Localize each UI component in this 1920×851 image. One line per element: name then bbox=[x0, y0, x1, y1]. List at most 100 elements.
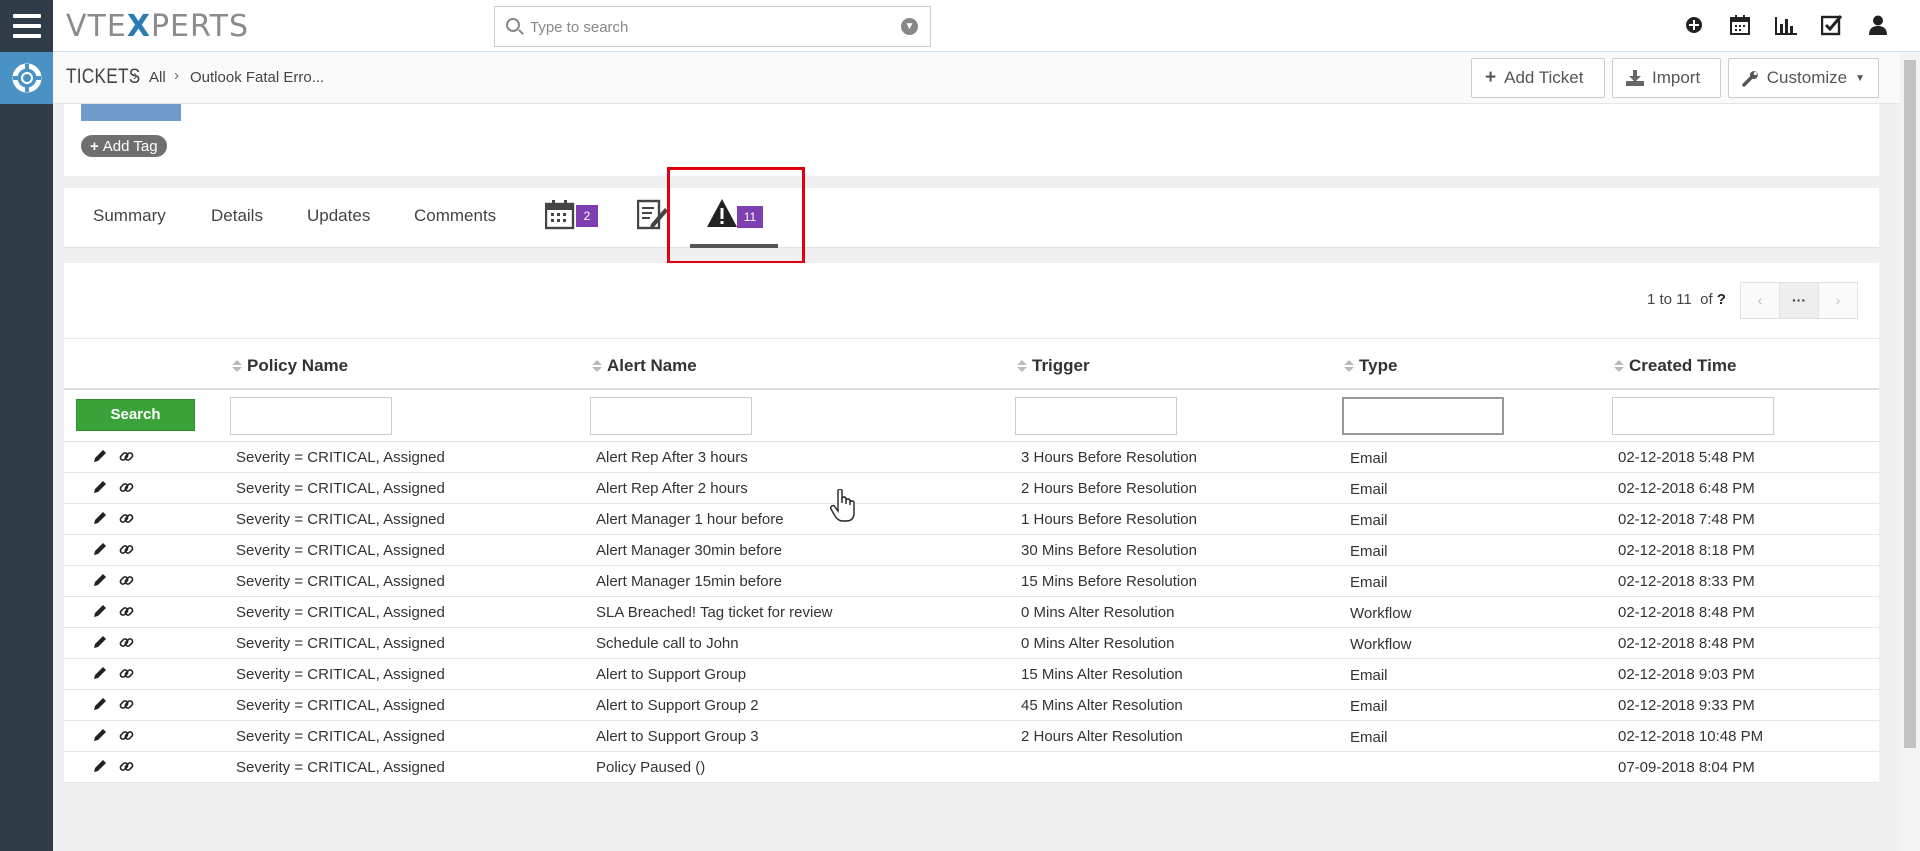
type-cell: Email bbox=[1350, 667, 1388, 684]
global-search[interactable]: ▼ bbox=[494, 6, 931, 47]
alert-name-cell[interactable]: Alert to Support Group 2 bbox=[596, 697, 759, 714]
tab-details[interactable]: Details bbox=[211, 206, 263, 226]
next-page-button[interactable]: › bbox=[1818, 282, 1858, 319]
tab-summary[interactable]: Summary bbox=[93, 206, 166, 226]
alert-name-filter[interactable] bbox=[590, 397, 752, 435]
alert-name-cell[interactable]: Schedule call to John bbox=[596, 635, 739, 652]
scrollbar-thumb[interactable] bbox=[1904, 60, 1916, 748]
page-scrollbar[interactable] bbox=[1900, 52, 1920, 851]
type-filter[interactable] bbox=[1342, 397, 1504, 435]
policy-name-filter[interactable] bbox=[230, 397, 392, 435]
alert-name-cell[interactable]: Alert Manager 30min before bbox=[596, 542, 782, 559]
row-actions bbox=[93, 697, 134, 712]
link-icon[interactable] bbox=[119, 449, 134, 464]
add-tag-button[interactable]: + Add Tag bbox=[81, 135, 167, 157]
breadcrumb-all[interactable]: All bbox=[149, 69, 166, 86]
type-cell: Workflow bbox=[1350, 636, 1412, 653]
chevron-down-icon[interactable]: ▼ bbox=[901, 18, 918, 35]
more-pages-button[interactable]: ··· bbox=[1779, 282, 1819, 319]
trigger-cell: 45 Mins Alter Resolution bbox=[1021, 697, 1183, 714]
pencil-icon[interactable] bbox=[93, 666, 107, 680]
type-cell: Email bbox=[1350, 450, 1388, 467]
tab-comments[interactable]: Comments bbox=[414, 206, 496, 226]
link-icon[interactable] bbox=[119, 511, 134, 526]
table-header: Policy Name Alert Name Trigger Type Crea… bbox=[64, 338, 1879, 390]
module-title[interactable]: TICKETS bbox=[66, 65, 140, 89]
alert-name-cell[interactable]: Alert Manager 15min before bbox=[596, 573, 782, 590]
alert-name-cell[interactable]: Alert Rep After 3 hours bbox=[596, 449, 748, 466]
trigger-cell: 2 Hours Before Resolution bbox=[1021, 480, 1197, 497]
wrench-icon bbox=[1742, 70, 1758, 87]
alert-name-cell[interactable]: Alert Manager 1 hour before bbox=[596, 511, 784, 528]
user-icon[interactable] bbox=[1866, 12, 1890, 38]
table-row[interactable]: Severity = CRITICAL, Assigned Policy Paus… bbox=[64, 752, 1879, 783]
breadcrumb-record[interactable]: Outlook Fatal Erro... bbox=[190, 69, 324, 86]
breadcrumb-separator-icon: › bbox=[133, 67, 138, 84]
link-icon[interactable] bbox=[119, 604, 134, 619]
menu-icon[interactable] bbox=[0, 0, 53, 52]
alert-name-cell[interactable]: Alert to Support Group 3 bbox=[596, 728, 759, 745]
table-row[interactable]: Severity = CRITICAL, Assigned Alert Manag… bbox=[64, 504, 1879, 535]
link-icon[interactable] bbox=[119, 666, 134, 681]
table-row[interactable]: Severity = CRITICAL, Assigned Alert to Su… bbox=[64, 690, 1879, 721]
table-row[interactable]: Severity = CRITICAL, Assigned Alert to Su… bbox=[64, 721, 1879, 752]
pencil-icon[interactable] bbox=[93, 697, 107, 711]
alert-name-cell[interactable]: SLA Breached! Tag ticket for review bbox=[596, 604, 833, 621]
pencil-icon[interactable] bbox=[93, 542, 107, 556]
logo[interactable]: VTEXPERTS bbox=[66, 9, 249, 44]
calendar-icon bbox=[545, 200, 575, 230]
link-icon[interactable] bbox=[119, 728, 134, 743]
bar-chart-icon[interactable] bbox=[1774, 12, 1798, 38]
pencil-icon[interactable] bbox=[93, 573, 107, 587]
trigger-cell: 3 Hours Before Resolution bbox=[1021, 449, 1197, 466]
table-row[interactable]: Severity = CRITICAL, Assigned SLA Breache… bbox=[64, 597, 1879, 628]
link-icon[interactable] bbox=[119, 542, 134, 557]
type-cell: Email bbox=[1350, 729, 1388, 746]
tab-calendar[interactable]: 2 bbox=[545, 200, 600, 232]
alert-name-cell[interactable]: Policy Paused () bbox=[596, 759, 705, 776]
link-icon[interactable] bbox=[119, 697, 134, 712]
link-icon[interactable] bbox=[119, 480, 134, 495]
created-time-filter[interactable] bbox=[1612, 397, 1774, 435]
table-row[interactable]: Severity = CRITICAL, Assigned Alert to Su… bbox=[64, 659, 1879, 690]
trigger-cell: 2 Hours Alter Resolution bbox=[1021, 728, 1183, 745]
table-row[interactable]: Severity = CRITICAL, Assigned Alert Manag… bbox=[64, 535, 1879, 566]
table-row[interactable]: Severity = CRITICAL, Assigned Schedule ca… bbox=[64, 628, 1879, 659]
link-icon[interactable] bbox=[119, 635, 134, 650]
column-created-time[interactable]: Created Time bbox=[1614, 356, 1736, 376]
pencil-icon[interactable] bbox=[93, 511, 107, 525]
pencil-icon[interactable] bbox=[93, 759, 107, 773]
alert-name-cell[interactable]: Alert to Support Group bbox=[596, 666, 746, 683]
pencil-icon[interactable] bbox=[93, 728, 107, 742]
trigger-filter[interactable] bbox=[1015, 397, 1177, 435]
column-alert-name[interactable]: Alert Name bbox=[592, 356, 697, 376]
tab-updates[interactable]: Updates bbox=[307, 206, 370, 226]
support-lifebuoy-icon[interactable] bbox=[0, 52, 53, 104]
link-icon[interactable] bbox=[119, 573, 134, 588]
plus-circle-icon[interactable] bbox=[1682, 12, 1706, 38]
pencil-icon[interactable] bbox=[93, 604, 107, 618]
pencil-icon[interactable] bbox=[93, 449, 107, 463]
table-row[interactable]: Severity = CRITICAL, Assigned Alert Manag… bbox=[64, 566, 1879, 597]
table-row[interactable]: Severity = CRITICAL, Assigned Alert Rep A… bbox=[64, 442, 1879, 473]
table-row[interactable]: Severity = CRITICAL, Assigned Alert Rep A… bbox=[64, 473, 1879, 504]
checkbox-icon[interactable] bbox=[1820, 12, 1844, 38]
column-policy-name[interactable]: Policy Name bbox=[232, 356, 348, 376]
column-trigger[interactable]: Trigger bbox=[1017, 356, 1090, 376]
tab-notes[interactable] bbox=[636, 199, 669, 231]
created-time-cell: 02-12-2018 8:48 PM bbox=[1618, 635, 1755, 652]
add-ticket-button[interactable]: + Add Ticket bbox=[1471, 58, 1605, 98]
import-button[interactable]: Import bbox=[1612, 58, 1721, 98]
policy-name-cell: Severity = CRITICAL, Assigned bbox=[236, 604, 445, 621]
link-icon[interactable] bbox=[119, 759, 134, 774]
calendar-icon[interactable] bbox=[1728, 12, 1752, 38]
column-type[interactable]: Type bbox=[1344, 356, 1397, 376]
sort-icon bbox=[232, 360, 242, 372]
alert-name-cell[interactable]: Alert Rep After 2 hours bbox=[596, 480, 748, 497]
pencil-icon[interactable] bbox=[93, 635, 107, 649]
search-button[interactable]: Search bbox=[76, 399, 195, 431]
customize-button[interactable]: Customize ▼ bbox=[1728, 58, 1879, 98]
pencil-icon[interactable] bbox=[93, 480, 107, 494]
search-input[interactable] bbox=[530, 15, 880, 39]
previous-page-button[interactable]: ‹ bbox=[1740, 282, 1780, 319]
